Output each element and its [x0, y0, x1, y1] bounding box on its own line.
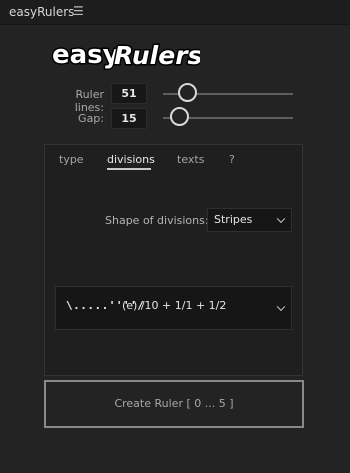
hamburger-icon[interactable]: ☰ — [73, 4, 84, 18]
create-ruler-button[interactable]: Create Ruler [ 0 ... 5 ] — [44, 380, 304, 428]
division-preset-select[interactable]: \.....''''/ (e) /10 + 1/1 + 1/2 — [55, 286, 292, 330]
gap-label: Gap: — [78, 112, 104, 125]
ruler-lines-input[interactable]: 51 — [111, 83, 147, 104]
active-tab-indicator — [107, 168, 151, 170]
chevron-down-icon — [276, 302, 286, 312]
shape-of-divisions-label: Shape of divisions: — [105, 214, 209, 227]
chevron-down-icon — [276, 214, 286, 224]
ruler-lines-label: Ruler lines: — [74, 88, 104, 114]
tab-texts[interactable]: texts — [177, 153, 204, 166]
title-bar: easyRulers ☰ — [0, 0, 350, 25]
gap-input[interactable]: 15 — [111, 108, 147, 129]
ruler-lines-slider-thumb[interactable] — [178, 83, 197, 102]
gap-slider-thumb[interactable] — [170, 107, 189, 126]
shape-select-value: Stripes — [214, 213, 253, 226]
tab-type[interactable]: type — [59, 153, 84, 166]
settings-panel: type divisions texts ? Shape of division… — [44, 144, 303, 376]
division-preset-text: (e) /10 + 1/1 + 1/2 — [122, 299, 227, 312]
svg-text:easy: easy — [52, 40, 120, 70]
tab-divisions[interactable]: divisions — [107, 153, 155, 166]
panel-title: easyRulers — [9, 5, 75, 19]
tab-help[interactable]: ? — [229, 153, 235, 166]
shape-select[interactable]: Stripes — [207, 208, 292, 232]
svg-text:Rulers: Rulers — [114, 41, 200, 70]
easyrulers-logo: easy Rulers — [50, 37, 201, 72]
